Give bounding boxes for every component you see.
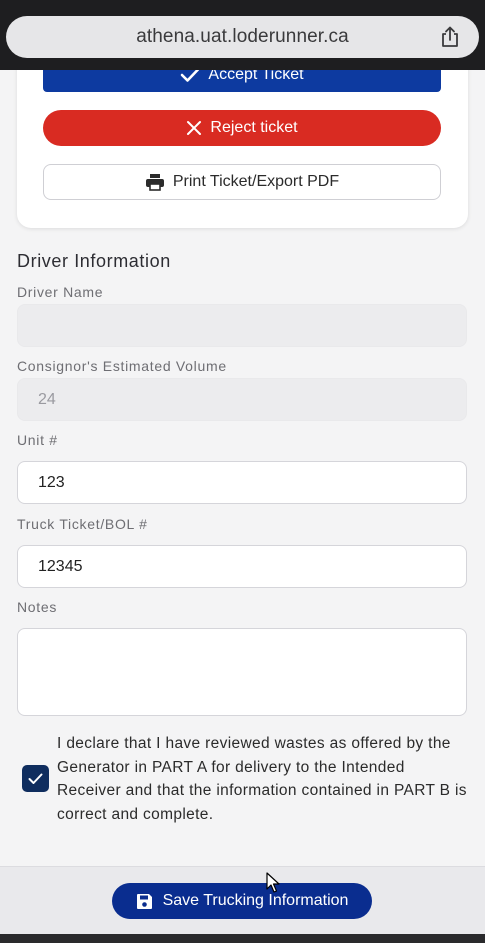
reject-ticket-button[interactable]: Reject ticket <box>43 110 441 146</box>
notes-label: Notes <box>17 599 58 615</box>
printer-icon <box>145 174 164 191</box>
unit-label: Unit # <box>17 432 58 448</box>
driver-name-field <box>17 304 467 347</box>
estimated-volume-field: 24 <box>17 378 467 421</box>
declaration-text: I declare that I have reviewed wastes as… <box>57 735 467 823</box>
truck-ticket-value: 12345 <box>38 557 83 575</box>
page: Accept Ticket Reject ticket Print Ticket… <box>0 0 485 943</box>
volume-label: Consignor's Estimated Volume <box>17 358 227 374</box>
estimated-volume-value: 24 <box>38 390 56 408</box>
address-bar[interactable]: athena.uat.loderunner.ca <box>6 16 479 58</box>
home-indicator-strip <box>0 934 485 943</box>
browser-toolbar: athena.uat.loderunner.ca <box>0 0 485 70</box>
truck-ticket-field[interactable]: 12345 <box>17 545 467 588</box>
cursor-icon <box>266 872 280 893</box>
x-icon <box>187 121 202 135</box>
driver-information-heading: Driver Information <box>17 251 171 271</box>
print-ticket-button[interactable]: Print Ticket/Export PDF <box>43 164 441 200</box>
save-trucking-button[interactable]: Save Trucking Information <box>112 883 372 919</box>
share-icon[interactable] <box>439 26 461 48</box>
save-icon <box>136 893 152 909</box>
url-text: athena.uat.loderunner.ca <box>136 26 349 47</box>
notes-textarea[interactable] <box>17 628 467 716</box>
driver-name-label: Driver Name <box>17 284 104 300</box>
unit-field[interactable]: 123 <box>17 461 467 504</box>
declaration-checkbox[interactable] <box>22 765 49 792</box>
truck-ticket-label: Truck Ticket/BOL # <box>17 516 148 532</box>
print-ticket-label: Print Ticket/Export PDF <box>172 173 340 190</box>
save-bar: Save Trucking Information <box>0 866 485 943</box>
save-trucking-label: Save Trucking Information <box>162 892 349 909</box>
unit-value: 123 <box>38 473 65 491</box>
reject-ticket-label: Reject ticket <box>210 119 298 136</box>
checkmark-icon <box>28 773 43 784</box>
